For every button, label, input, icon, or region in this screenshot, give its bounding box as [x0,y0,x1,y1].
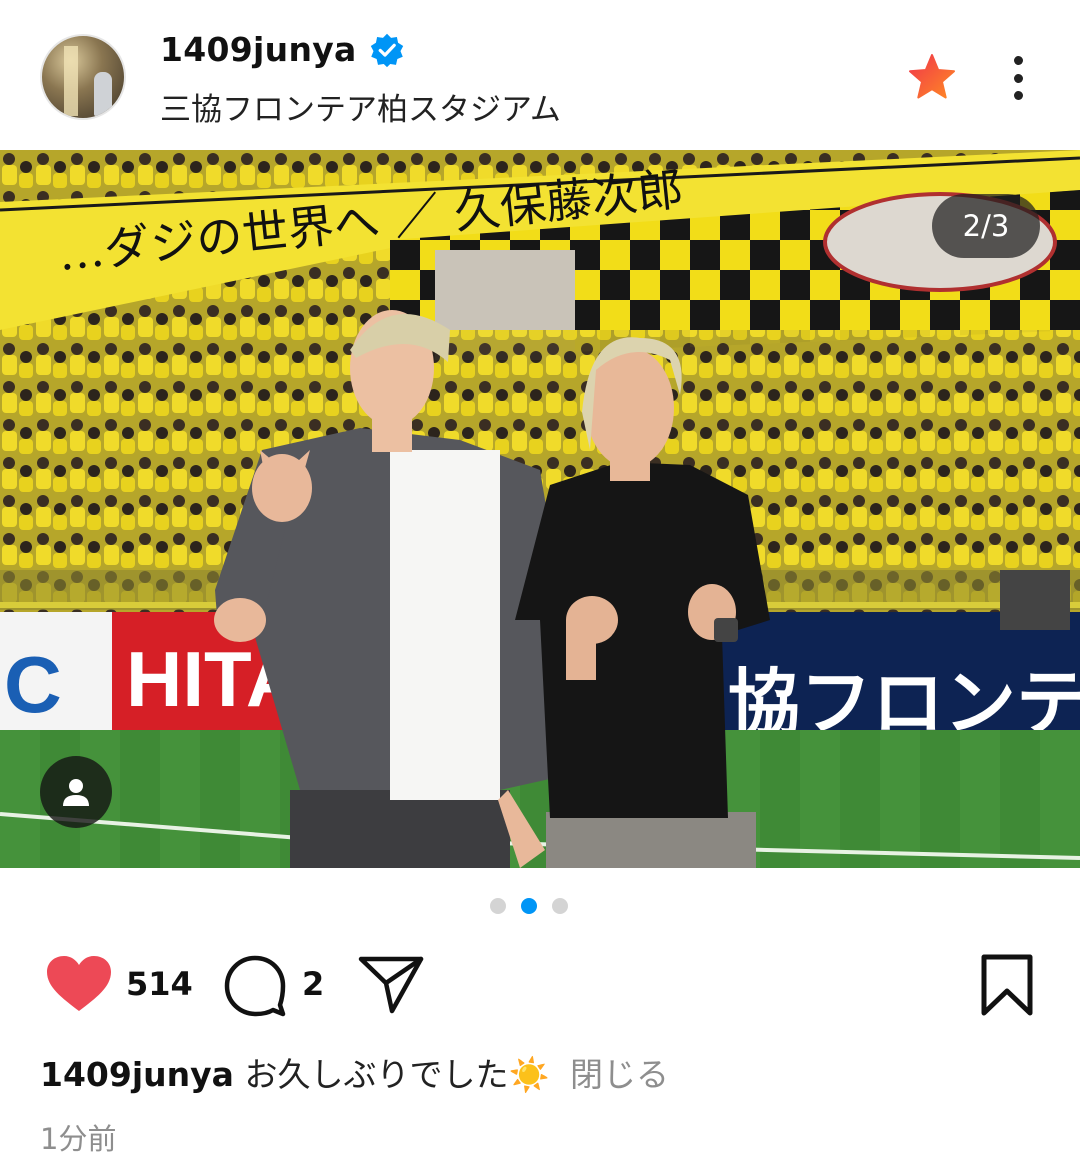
carousel-dot-active [521,898,537,914]
more-options-icon[interactable] [1000,52,1036,104]
paper-plane-icon[interactable] [356,953,426,1015]
star-icon[interactable] [906,52,958,102]
post-header: 1409junya 三協フロンテア柏スタジアム [0,0,1080,150]
post-photo[interactable]: …ダジの世界へ ／ 久保藤次郎 C HITA 協フロンテ 2/3 [0,150,1080,868]
caption-username[interactable]: 1409junya [40,1055,234,1094]
action-bar: 514 2 [0,945,1080,1025]
post-caption: 1409junya お久しぶりでした☀️ 閉じる [40,1048,669,1096]
verified-badge-icon [370,33,403,67]
profile-avatar[interactable] [40,34,126,120]
heart-icon[interactable] [44,953,114,1015]
username-row: 1409junya [160,30,405,69]
username[interactable]: 1409junya [160,30,357,69]
carousel-dot [490,898,506,914]
post-timestamp: 1分前 [40,1122,117,1156]
svg-text:C: C [4,640,62,729]
tagged-people-button[interactable] [40,756,112,828]
person-icon [63,779,89,806]
caption-close-link[interactable]: 閉じる [570,1055,669,1094]
bookmark-icon[interactable] [978,953,1036,1017]
comment-icon[interactable] [222,953,288,1019]
post-location[interactable]: 三協フロンテア柏スタジアム [160,84,561,129]
carousel-indicator [490,898,568,914]
like-count[interactable]: 514 [126,965,193,1003]
stadium-photo: …ダジの世界へ ／ 久保藤次郎 C HITA 協フロンテ [0,150,1080,868]
sun-emoji: ☀️ [508,1055,550,1094]
carousel-dot [552,898,568,914]
comment-count[interactable]: 2 [302,965,324,1003]
carousel-counter: 2/3 [932,194,1040,258]
caption-text: お久しぶりでした [244,1055,509,1094]
